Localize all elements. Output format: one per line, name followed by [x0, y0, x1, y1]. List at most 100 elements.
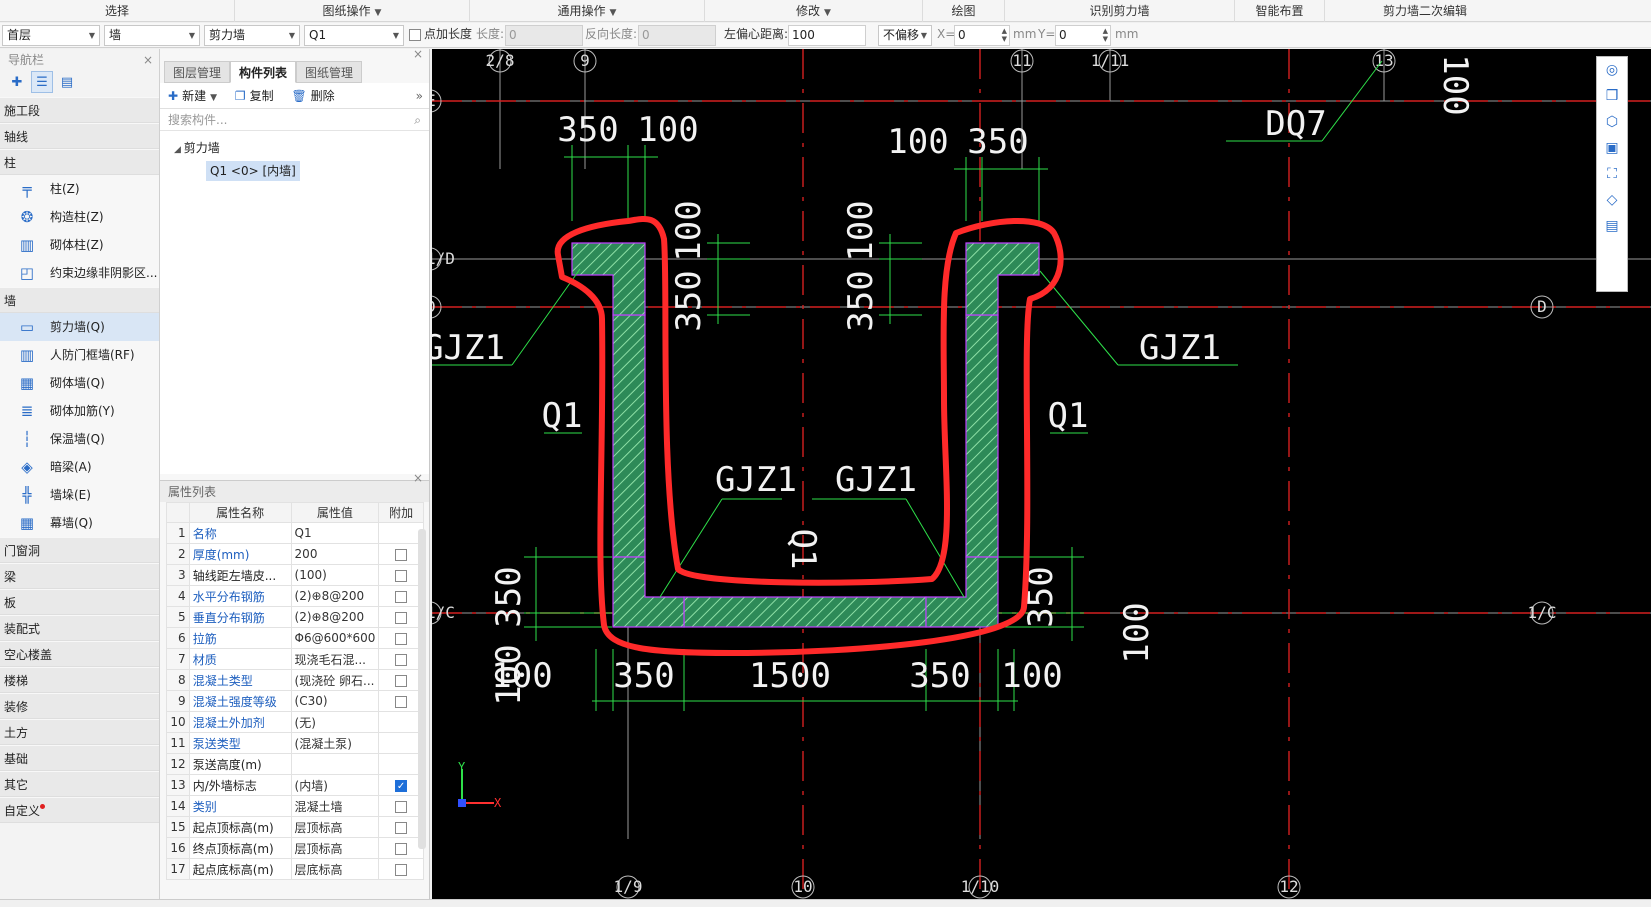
nav-cat-openings[interactable]: 门窗洞	[0, 537, 159, 563]
column-gjz1-bl[interactable]	[612, 556, 685, 628]
reverse-length-input[interactable]: 0	[638, 25, 716, 46]
nav-cat-wall[interactable]: 墙	[0, 287, 159, 313]
component-search-input[interactable]: 搜索构件... ⌕	[160, 109, 429, 131]
prop-row[interactable]: 15 起点顶标高(m) 层顶标高	[166, 816, 424, 838]
view-3d-icon[interactable]: ❒	[1597, 83, 1627, 109]
prop-value[interactable]: (C30)	[290, 690, 380, 712]
nav-cat-hollow[interactable]: 空心楼盖	[0, 641, 159, 667]
shift-select[interactable]: 不偏移 ▼	[878, 25, 932, 46]
nav-cat-other[interactable]: 其它	[0, 771, 159, 797]
prop-extra-checkbox[interactable]	[395, 821, 408, 834]
column-gjz1-tl[interactable]	[571, 242, 646, 316]
props-scrollbar[interactable]	[418, 529, 426, 849]
nav-item-civil-defense-wall[interactable]: ▥ 人防门框墙(RF)	[0, 341, 159, 369]
prop-value[interactable]: 层顶标高	[290, 837, 380, 859]
detail-icon[interactable]: ▤	[56, 72, 78, 94]
prop-row[interactable]: 17 起点底标高(m) 层底标高	[166, 858, 424, 880]
new-button[interactable]: ✚ 新建 ▼	[168, 83, 217, 111]
nav-cat-column[interactable]: 柱	[0, 149, 159, 175]
nav-item-masonry-column[interactable]: ▥ 砌体柱(Z)	[0, 231, 159, 259]
wall-left[interactable]	[612, 314, 646, 558]
drawing-canvas[interactable]: 2/8 9 11 1/11 13 1/9 10 1/10 12 E 1/D D …	[432, 49, 1651, 899]
delete-button[interactable]: 🗑 删除	[291, 83, 334, 109]
nav-item-constructional-column[interactable]: ❂ 构造柱(Z)	[0, 203, 159, 231]
orbit-icon[interactable]: ◎	[1597, 57, 1627, 83]
prop-value[interactable]: (100)	[290, 564, 380, 586]
prop-value[interactable]: (内墙)	[290, 774, 380, 796]
prop-row[interactable]: 13 内/外墙标志 (内墙) ✓	[166, 774, 424, 796]
x-input[interactable]: 0 ▲ ▼	[954, 25, 1010, 46]
prop-value[interactable]: Φ6@600*600	[290, 627, 380, 649]
fullscreen-icon[interactable]: ⛶	[1597, 161, 1627, 187]
tab-drawing-manage[interactable]: 图纸管理	[296, 61, 363, 83]
prop-value[interactable]: (现浇砼 卵石...	[290, 669, 380, 691]
ribbon-wall-secondary-edit[interactable]: 剪力墙二次编辑	[1325, 0, 1525, 22]
prop-extra-checkbox[interactable]	[395, 569, 408, 582]
list-icon[interactable]: ☰	[31, 71, 53, 93]
prop-value[interactable]	[290, 753, 380, 775]
ribbon-identify-wall[interactable]: 识别剪力墙	[1005, 0, 1235, 22]
tab-component-list[interactable]: 构件列表	[230, 61, 297, 83]
nav-cat-stair[interactable]: 楼梯	[0, 667, 159, 693]
ribbon-modify[interactable]: 修改 ▼	[705, 0, 923, 22]
prop-extra-checkbox[interactable]: ✓	[395, 779, 408, 792]
prop-extra-checkbox[interactable]	[395, 611, 408, 624]
prop-value[interactable]: 层底标高	[290, 858, 380, 880]
checkbox-icon[interactable]	[409, 28, 421, 41]
prop-extra-checkbox[interactable]	[395, 590, 408, 603]
prop-value[interactable]: 200	[290, 543, 380, 565]
prop-value[interactable]: 层顶标高	[290, 816, 380, 838]
wall-bottom[interactable]	[683, 596, 927, 628]
prop-extra-checkbox[interactable]	[395, 842, 408, 855]
prop-row[interactable]: 4 水平分布钢筋 (2)⊕8@200	[166, 585, 424, 607]
box-view-icon[interactable]: ▣	[1597, 135, 1627, 161]
prop-value[interactable]: (2)⊕8@200	[290, 606, 380, 628]
prop-row[interactable]: 1 名称 Q1	[166, 522, 424, 544]
prop-extra-checkbox[interactable]	[395, 695, 408, 708]
prop-value[interactable]: 现浇毛石混...	[290, 648, 380, 670]
prop-row[interactable]: 5 垂直分布钢筋 (2)⊕8@200	[166, 606, 424, 628]
prop-row[interactable]: 2 厚度(mm) 200	[166, 543, 424, 565]
category-select[interactable]: 墙 ▼	[104, 25, 200, 46]
nav-cat-beam[interactable]: 梁	[0, 563, 159, 589]
prop-extra-checkbox[interactable]	[395, 674, 408, 687]
offset-input[interactable]: 100	[788, 25, 866, 46]
ribbon-smart-layout[interactable]: 智能布置	[1235, 0, 1325, 22]
close-icon[interactable]: ×	[143, 49, 153, 71]
tab-layer-manage[interactable]: 图层管理	[164, 61, 231, 83]
prop-row[interactable]: 11 泵送类型 (混凝土泵)	[166, 732, 424, 754]
prop-row[interactable]: 6 拉筋 Φ6@600*600	[166, 627, 424, 649]
prop-row[interactable]: 16 终点顶标高(m) 层顶标高	[166, 837, 424, 859]
floor-select[interactable]: 首层 ▼	[2, 25, 100, 46]
ribbon-drawing-ops[interactable]: 图纸操作 ▼	[235, 0, 470, 22]
nav-item-pilaster[interactable]: ╬ 墙垛(E)	[0, 481, 159, 509]
nav-cat-foundation[interactable]: 基础	[0, 745, 159, 771]
spinner-icon[interactable]: ▲ ▼	[1103, 27, 1108, 43]
length-input[interactable]: 0	[505, 25, 583, 46]
component-select[interactable]: Q1 ▼	[304, 25, 404, 46]
y-input[interactable]: 0 ▲ ▼	[1055, 25, 1111, 46]
prop-value[interactable]: Q1	[290, 522, 380, 544]
prop-value[interactable]: 混凝土墙	[290, 795, 380, 817]
prop-extra-checkbox[interactable]	[395, 800, 408, 813]
prop-value[interactable]: (混凝土泵)	[290, 732, 380, 754]
nav-item-edge-zone[interactable]: ◰ 约束边缘非阴影区...	[0, 259, 159, 287]
type-select[interactable]: 剪力墙 ▼	[204, 25, 300, 46]
expand-icon[interactable]: ◢	[174, 145, 184, 155]
nav-item-hidden-beam[interactable]: ◈ 暗梁(A)	[0, 453, 159, 481]
wall-right[interactable]	[965, 314, 999, 558]
prop-row[interactable]: 12 泵送高度(m)	[166, 753, 424, 775]
prop-row[interactable]: 7 材质 现浇毛石混...	[166, 648, 424, 670]
tree-leaf-q1[interactable]: Q1 <0> [内墙]	[206, 161, 300, 181]
pin-icon[interactable]: ✚	[6, 72, 28, 94]
nav-cat-earth[interactable]: 土方	[0, 719, 159, 745]
nav-item-curtain-wall[interactable]: ▦ 幕墙(Q)	[0, 509, 159, 537]
prop-row[interactable]: 10 混凝土外加剂 (无)	[166, 711, 424, 733]
prop-extra-checkbox[interactable]	[395, 548, 408, 561]
prop-extra-checkbox[interactable]	[395, 632, 408, 645]
nav-cat-slab[interactable]: 板	[0, 589, 159, 615]
nav-item-masonry-wall[interactable]: ▦ 砌体墙(Q)	[0, 369, 159, 397]
tree-root-shear-wall[interactable]: ◢ 剪力墙	[174, 139, 220, 156]
nav-cat-axis[interactable]: 轴线	[0, 123, 159, 149]
close-icon[interactable]: ×	[413, 47, 423, 61]
